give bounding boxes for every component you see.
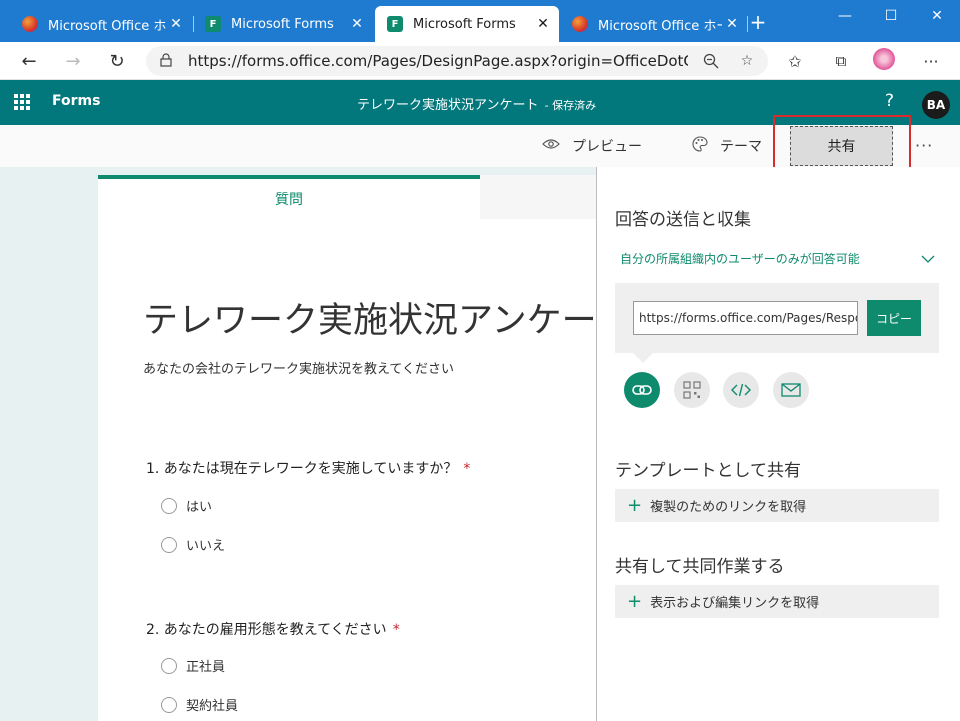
share-link-field[interactable]: https://forms.office.com/Pages/ResponseP… [633,301,858,335]
chevron-down-icon [921,252,935,266]
close-icon[interactable]: ✕ [533,16,553,32]
minimize-button[interactable]: — [822,0,868,32]
browser-tab[interactable]: Microsoft Office ホーム ✕ [0,6,192,42]
tab-questions[interactable]: 質問 [98,175,480,219]
forward-button[interactable]: → [60,48,86,74]
lock-icon [160,52,174,71]
tab-title: Microsoft Office ホーム [598,18,722,34]
required-asterisk: * [463,461,471,477]
office-icon [22,16,38,32]
audience-dropdown[interactable]: 自分の所属組織内のユーザーのみが回答可能 [620,250,935,267]
theme-label: テーマ [720,139,762,155]
close-icon[interactable]: ✕ [722,16,742,32]
email-icon[interactable] [773,372,809,408]
close-icon[interactable]: ✕ [347,16,367,32]
browser-profile-avatar[interactable] [873,48,895,70]
plus-icon: + [627,494,643,516]
collections-icon[interactable]: ⧉ [828,48,854,74]
radio-button[interactable] [161,657,177,674]
plus-icon: + [627,590,643,612]
radio-option[interactable]: はい [161,496,212,515]
tab-title: Microsoft Forms [413,16,516,32]
palette-icon [692,136,708,156]
get-edit-link-button[interactable]: + 表示および編集リンクを取得 [615,585,939,618]
back-button[interactable]: ← [16,48,42,74]
browser-tab-active[interactable]: F Microsoft Forms ✕ [375,6,559,42]
option-label: 正社員 [186,660,226,675]
address-bar: ← → ↻ https://forms.office.com/Pages/Des… [0,42,960,80]
option-label: はい [186,500,213,515]
template-heading: テンプレートとして共有 [615,461,801,481]
eye-icon [542,138,560,154]
favorite-star-icon[interactable]: ☆ [738,52,756,70]
refresh-button[interactable]: ↻ [104,48,130,74]
form-title[interactable]: テレワーク実施状況アンケート [143,292,596,343]
preview-button[interactable]: プレビュー [542,136,642,156]
qr-code-icon[interactable] [674,372,710,408]
document-title-text: テレワーク実施状況アンケート [357,98,539,113]
preview-label: プレビュー [572,139,642,155]
copy-button[interactable]: コピー [867,300,921,336]
share-highlight-annotation [773,115,911,174]
radio-option[interactable]: 契約社員 [161,695,238,714]
tab-title: Microsoft Office ホーム [48,18,166,34]
send-collect-heading: 回答の送信と収集 [615,210,751,230]
forms-icon: F [205,16,221,32]
document-title: テレワーク実施状況アンケート - 保存済み [357,94,596,113]
more-options-icon[interactable]: ··· [915,136,933,155]
theme-button[interactable]: テーマ [692,136,762,156]
option-label: 契約社員 [186,699,239,714]
embed-icon[interactable] [723,372,759,408]
office-icon [572,16,588,32]
user-avatar[interactable]: BA [922,91,950,119]
forms-icon: F [387,16,403,32]
browser-menu-icon[interactable]: ··· [918,48,944,74]
maximize-button[interactable]: ☐ [868,0,914,32]
radio-button[interactable] [161,536,177,553]
question-title[interactable]: 1. あなたは現在テレワークを実施していますか？ * [146,458,470,478]
action-label: 複製のためのリンクを取得 [650,500,807,515]
question-text: 1. あなたは現在テレワークを実施していますか？ [146,461,458,477]
url-box[interactable]: https://forms.office.com/Pages/DesignPag… [146,46,768,76]
radio-button[interactable] [161,696,177,713]
window-close-button[interactable]: ✕ [914,0,960,32]
tab-responses-area[interactable] [480,175,596,219]
action-label: 表示および編集リンクを取得 [650,596,820,611]
tab-questions-label: 質問 [275,192,303,208]
browser-titlebar: Microsoft Office ホーム ✕ F Microsoft Forms… [0,0,960,42]
radio-button[interactable] [161,497,177,514]
link-icon[interactable] [624,372,660,408]
audience-label: 自分の所属組織内のユーザーのみが回答可能 [620,252,860,266]
url-text: https://forms.office.com/Pages/DesignPag… [188,52,688,70]
required-asterisk: * [392,622,400,638]
form-card [98,175,596,721]
option-label: いいえ [186,539,226,554]
new-tab-button[interactable]: + [748,12,768,32]
zoom-icon[interactable] [702,52,720,70]
tab-title: Microsoft Forms [231,16,334,32]
radio-option[interactable]: 正社員 [161,656,225,675]
favorites-icon[interactable]: ✩ [782,48,808,74]
get-duplicate-link-button[interactable]: + 複製のためのリンクを取得 [615,489,939,522]
browser-tab[interactable]: Microsoft Office ホーム ✕ [558,6,748,42]
question-title[interactable]: 2. あなたの雇用形態を教えてください * [146,619,400,639]
form-description[interactable]: あなたの会社のテレワーク実施状況を教えてください [143,358,454,377]
collaborate-heading: 共有して共同作業する [615,557,785,577]
app-launcher-icon[interactable] [14,94,30,110]
radio-option[interactable]: いいえ [161,535,225,554]
question-text: 2. あなたの雇用形態を教えてください [146,622,387,638]
save-status: - 保存済み [544,99,597,112]
app-name[interactable]: Forms [52,93,100,109]
help-icon[interactable]: ? [885,91,894,111]
browser-tab[interactable]: F Microsoft Forms ✕ [183,6,373,42]
